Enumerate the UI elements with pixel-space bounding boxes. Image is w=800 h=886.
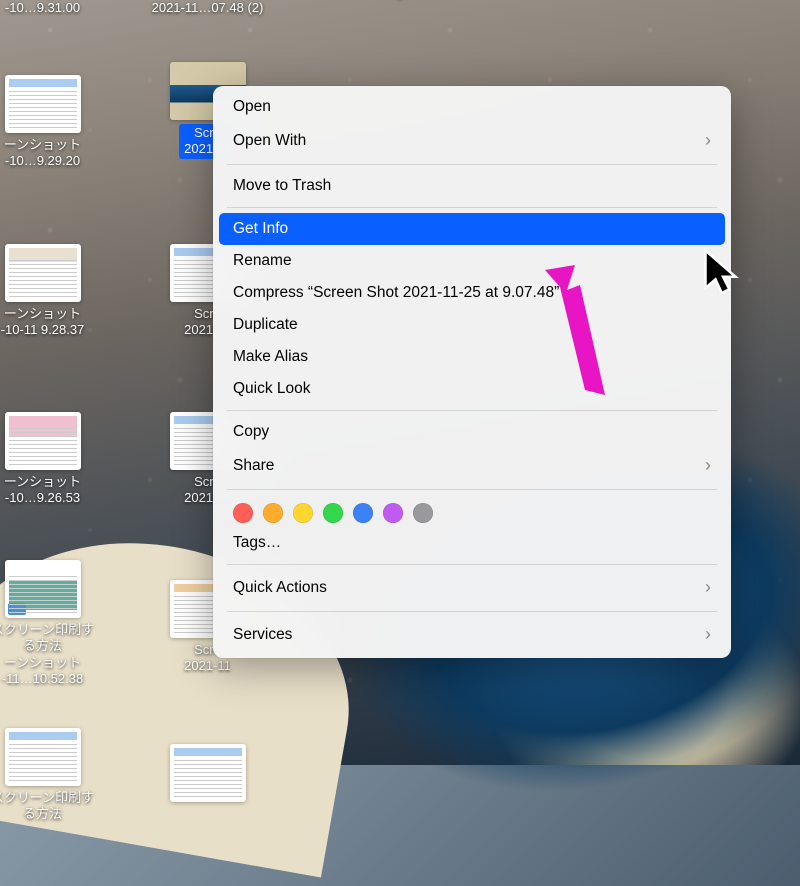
context-menu: Open Open With › Move to Trash Get Info Renam…	[213, 86, 731, 658]
file-label: ーンショット-10…9.29.20	[4, 137, 81, 170]
desktop-icon[interactable]: ーンショット-10-11 9.28.37	[0, 244, 100, 339]
desktop-icon[interactable]: ーンショット-11…10.52.38	[0, 655, 100, 688]
menu-item-label: Quick Actions	[233, 576, 327, 600]
menu-item-services[interactable]: Services ›	[213, 617, 731, 653]
file-label: ーンショット-11…10.52.38	[2, 655, 83, 688]
chevron-right-icon: ›	[705, 574, 711, 602]
file-label: スクリーン印刷する方法	[0, 622, 100, 655]
menu-item-duplicate[interactable]: Duplicate	[213, 309, 731, 341]
chevron-right-icon: ›	[705, 452, 711, 480]
chevron-right-icon: ›	[705, 621, 711, 649]
menu-item-label: Compress “Screen Shot 2021-11-25 at 9.07…	[233, 281, 559, 305]
file-thumbnail	[5, 728, 81, 786]
file-thumbnail	[5, 244, 81, 302]
tag-color-dot[interactable]	[293, 503, 313, 523]
menu-item-label: Quick Look	[233, 377, 311, 401]
file-label: スクリーン印刷する方法	[0, 790, 100, 823]
menu-item-label: Move to Trash	[233, 174, 331, 198]
tag-color-dot[interactable]	[323, 503, 343, 523]
desktop-icon[interactable]: ーンショット-10…9.29.20	[0, 75, 100, 170]
menu-item-tags[interactable]: Tags…	[213, 527, 731, 559]
menu-item-label: Make Alias	[233, 345, 308, 369]
menu-item-compress-screen-shot-2021-11-25-at-9-07-48[interactable]: Compress “Screen Shot 2021-11-25 at 9.07…	[213, 277, 731, 309]
chevron-right-icon: ›	[705, 127, 711, 155]
file-label: ーンショット-10-11 9.28.37	[1, 306, 85, 339]
menu-item-label: Rename	[233, 249, 292, 273]
desktop-icon[interactable]	[150, 744, 265, 806]
tag-color-dot[interactable]	[383, 503, 403, 523]
menu-item-label: Share	[233, 454, 274, 478]
menu-item-get-info[interactable]: Get Info	[219, 213, 725, 245]
menu-item-open-with[interactable]: Open With ›	[213, 123, 731, 159]
menu-item-label: Copy	[233, 420, 269, 444]
menu-item-quick-look[interactable]: Quick Look	[213, 373, 731, 405]
menu-item-label: Open With	[233, 129, 306, 153]
tag-color-row	[213, 495, 731, 527]
file-label: Screen Shot2021-11…07.48 (2)	[152, 0, 264, 17]
desktop-icon[interactable]: スクリーン印刷する方法	[0, 560, 100, 655]
desktop-icon[interactable]: ーンショット-10…9.26.53	[0, 412, 100, 507]
menu-separator	[227, 564, 717, 565]
menu-item-label: Tags…	[233, 531, 281, 555]
desktop-icon[interactable]: Screen Shot2021-11…07.48 (2)	[150, 0, 265, 17]
file-label: ーンショット-10…9.31.00	[4, 0, 81, 17]
menu-item-copy[interactable]: Copy	[213, 416, 731, 448]
menu-item-open[interactable]: Open	[213, 91, 731, 123]
file-label: ーンショット-10…9.26.53	[4, 474, 81, 507]
file-thumbnail	[5, 75, 81, 133]
desktop-icon[interactable]: ーンショット-10…9.31.00	[0, 0, 100, 17]
cursor-icon	[703, 248, 743, 298]
tag-color-dot[interactable]	[413, 503, 433, 523]
menu-item-label: Duplicate	[233, 313, 298, 337]
menu-item-move-to-trash[interactable]: Move to Trash	[213, 170, 731, 202]
tag-color-dot[interactable]	[233, 503, 253, 523]
file-thumbnail	[5, 560, 81, 618]
file-thumbnail	[170, 744, 246, 802]
menu-item-rename[interactable]: Rename	[213, 245, 731, 277]
menu-item-label: Get Info	[233, 217, 288, 241]
annotation-arrow	[525, 265, 645, 425]
desktop-icon[interactable]: スクリーン印刷する方法	[0, 728, 100, 823]
menu-item-make-alias[interactable]: Make Alias	[213, 341, 731, 373]
menu-item-label: Open	[233, 95, 271, 119]
menu-item-quick-actions[interactable]: Quick Actions ›	[213, 570, 731, 606]
menu-separator	[227, 611, 717, 612]
menu-item-share[interactable]: Share ›	[213, 448, 731, 484]
menu-separator	[227, 489, 717, 490]
file-thumbnail	[5, 412, 81, 470]
tag-color-dot[interactable]	[263, 503, 283, 523]
menu-separator	[227, 207, 717, 208]
tag-color-dot[interactable]	[353, 503, 373, 523]
menu-item-label: Services	[233, 623, 292, 647]
menu-separator	[227, 164, 717, 165]
